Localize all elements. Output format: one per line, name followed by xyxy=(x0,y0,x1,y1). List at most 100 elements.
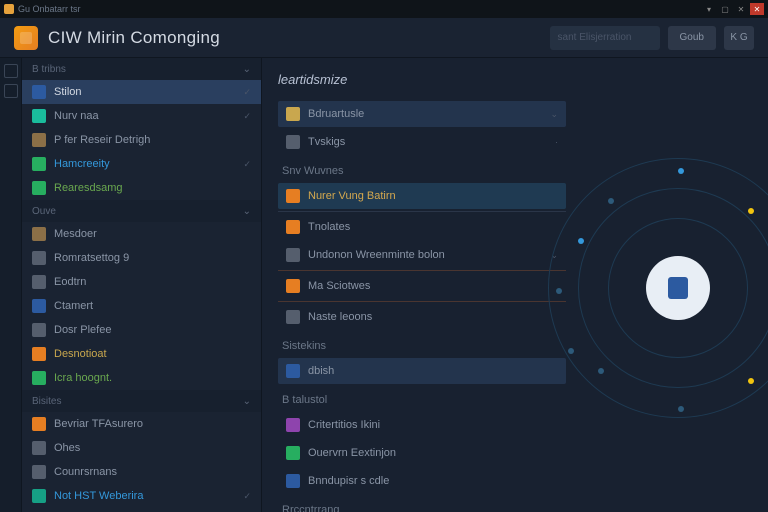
item-icon xyxy=(32,157,46,171)
sidebar-item[interactable]: Stilon✓ xyxy=(22,80,261,104)
main-item[interactable]: Ma Sciotwes xyxy=(278,273,566,299)
sidebar-item[interactable]: Mesdoer xyxy=(22,222,261,246)
item-icon xyxy=(286,364,300,378)
window-maximize-icon[interactable]: ✕ xyxy=(734,3,748,15)
item-icon xyxy=(32,251,46,265)
sidebar-item-label: Dosr Plefee xyxy=(54,324,111,336)
sidebar-item-label: Desnotioat xyxy=(54,348,107,360)
network-visualization xyxy=(548,158,768,418)
item-icon xyxy=(286,279,300,293)
chevron-icon: ✓ xyxy=(243,87,251,98)
chevron-icon: · xyxy=(555,137,558,147)
main-item[interactable]: Ouervrn Eextinjon xyxy=(278,440,566,466)
sidebar-item[interactable]: Dosr Plefee xyxy=(22,318,261,342)
item-icon xyxy=(286,107,300,121)
header-button-settings[interactable]: K G xyxy=(724,26,754,50)
chevron-icon: ✓ xyxy=(243,159,251,170)
item-icon xyxy=(286,474,300,488)
sidebar-item[interactable]: Romratsettog 9 xyxy=(22,246,261,270)
item-icon xyxy=(286,135,300,149)
main-item[interactable]: Bdruartusle⌄ xyxy=(278,101,566,127)
window-minimize-icon[interactable]: ▢ xyxy=(718,3,732,15)
sidebar-item[interactable]: Ctamert xyxy=(22,294,261,318)
app-small-icon xyxy=(4,4,14,14)
sidebar-item-label: Eodtrn xyxy=(54,276,86,288)
main-item[interactable]: Naste leoons xyxy=(278,304,566,330)
main-item[interactable]: Nurer Vung Batirn xyxy=(278,183,566,209)
sidebar-item[interactable]: Rearesdsamg xyxy=(22,176,261,200)
main-item[interactable]: Undonon Wreenminte bolon⌄ xyxy=(278,242,566,268)
item-icon xyxy=(32,323,46,337)
header-button-1[interactable]: Goub xyxy=(668,26,716,50)
sidebar-item-label: Rearesdsamg xyxy=(54,182,122,194)
app-title: CIW Mirin Comonging xyxy=(48,28,220,48)
item-icon xyxy=(32,489,46,503)
sidebar-section-header[interactable]: Bisites⌄ xyxy=(22,390,261,412)
sidebar-item[interactable]: Nurv naa✓ xyxy=(22,104,261,128)
item-icon xyxy=(32,109,46,123)
item-icon xyxy=(286,446,300,460)
main-item-label: Undonon Wreenminte bolon xyxy=(308,249,445,261)
item-icon xyxy=(32,275,46,289)
main-subheader: Snv Wuvnes xyxy=(282,165,566,177)
sidebar-item-label: Counrsrnans xyxy=(54,466,117,478)
sidebar: B tribns⌄Stilon✓Nurv naa✓ P fer Reseir De… xyxy=(22,58,262,512)
sidebar-section-header[interactable]: B tribns⌄ xyxy=(22,58,261,80)
sidebar-item-label: Hamcreeity xyxy=(54,158,110,170)
app-icon xyxy=(14,26,38,50)
sidebar-item[interactable]: Bevriar TFAsurero xyxy=(22,412,261,436)
sidebar-item[interactable]: Not HST Weberira ✓ xyxy=(22,484,261,508)
sidebar-item[interactable]: P fer Reseir Detrigh xyxy=(22,128,261,152)
sidebar-item-label: Ohes xyxy=(54,442,80,454)
main-item-label: dbish xyxy=(308,365,334,377)
item-icon xyxy=(32,227,46,241)
sidebar-item[interactable]: Counrsrnans xyxy=(22,460,261,484)
window-menu-icon[interactable]: ▾ xyxy=(702,3,716,15)
viz-center-icon xyxy=(646,256,710,320)
main-item[interactable]: dbish xyxy=(278,358,566,384)
sidebar-item[interactable]: Desnotioat xyxy=(22,342,261,366)
sidebar-item-label: Bevriar TFAsurero xyxy=(54,418,143,430)
item-icon xyxy=(32,347,46,361)
main-item-label: Critertitios Ikini xyxy=(308,419,380,431)
sidebar-item[interactable]: Ohes xyxy=(22,436,261,460)
sidebar-item[interactable]: Hamcreeity ✓ xyxy=(22,152,261,176)
sidebar-item-label: Mesdoer xyxy=(54,228,97,240)
tab-icon-2[interactable] xyxy=(4,84,18,98)
main-item-label: Nurer Vung Batirn xyxy=(308,190,396,202)
sidebar-item-label: Not HST Weberira xyxy=(54,490,143,502)
sidebar-item-label: Romratsettog 9 xyxy=(54,252,129,264)
main-panel: leartidsmize Bdruartusle⌄Tvskigs· Snv Wuv… xyxy=(262,58,768,512)
sidebar-item[interactable]: Icra hoognt. xyxy=(22,366,261,390)
main-item-label: Ma Sciotwes xyxy=(308,280,370,292)
item-icon xyxy=(32,133,46,147)
chevron-icon: ✓ xyxy=(243,111,251,122)
tab-column xyxy=(0,58,22,512)
main-item-label: Bnndupisr s cdle xyxy=(308,475,389,487)
main-subheader: Rrccntrrang xyxy=(282,504,566,512)
window-close-icon[interactable]: ✕ xyxy=(750,3,764,15)
search-input[interactable]: sant Elisjerration xyxy=(550,26,660,50)
main-item[interactable]: Critertitios Ikini xyxy=(278,412,566,438)
item-icon xyxy=(286,220,300,234)
item-icon xyxy=(286,418,300,432)
sidebar-item[interactable]: Eodtrn xyxy=(22,270,261,294)
main-item[interactable]: Tnolates xyxy=(278,214,566,240)
item-icon xyxy=(286,310,300,324)
search-placeholder: sant Elisjerration xyxy=(558,32,632,43)
main-item-label: Tnolates xyxy=(308,221,350,233)
tab-icon-1[interactable] xyxy=(4,64,18,78)
chevron-icon: ✓ xyxy=(243,491,251,502)
item-icon xyxy=(32,371,46,385)
titlebar-text: Gu Onbatarr tsr xyxy=(18,4,81,14)
sidebar-item-label: P fer Reseir Detrigh xyxy=(54,134,150,146)
header: CIW Mirin Comonging sant Elisjerration G… xyxy=(0,18,768,58)
sidebar-section-header[interactable]: Ouve⌄ xyxy=(22,200,261,222)
main-title: leartidsmize xyxy=(278,72,566,87)
sidebar-item-label: Icra hoognt. xyxy=(54,372,112,384)
main-item[interactable]: Bnndupisr s cdle xyxy=(278,468,566,494)
sidebar-item[interactable]: Ochert xyxy=(22,508,261,512)
chevron-icon: ⌄ xyxy=(550,109,558,120)
item-icon xyxy=(286,248,300,262)
main-item[interactable]: Tvskigs· xyxy=(278,129,566,155)
